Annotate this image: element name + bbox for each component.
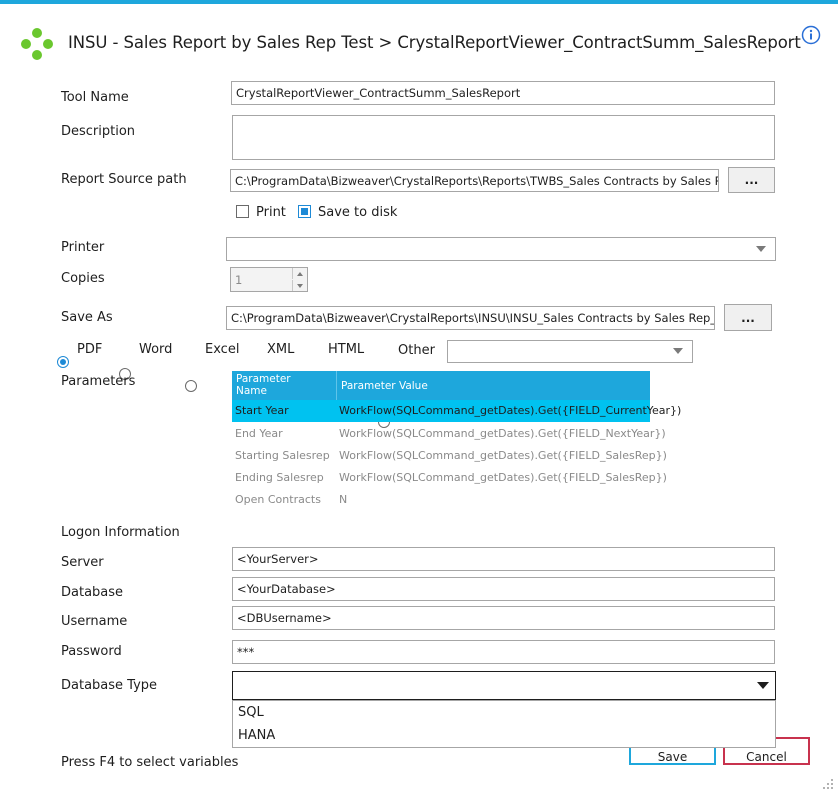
parameter-name-cell: Start Year <box>235 404 289 417</box>
dropdown-option-hana[interactable]: HANA <box>233 728 275 743</box>
format-label-other: Other <box>398 343 435 358</box>
format-radio-excel[interactable] <box>185 380 197 392</box>
printer-label: Printer <box>61 240 105 255</box>
format-label-excel: Excel <box>205 342 240 357</box>
save-as-label: Save As <box>61 310 113 325</box>
table-row[interactable]: Ending Salesrep WorkFlow(SQLCommand_getD… <box>232 466 667 488</box>
parameter-value-cell: WorkFlow(SQLCommand_getDates).Get({FIELD… <box>339 471 667 484</box>
save-to-disk-checkbox[interactable] <box>298 205 311 218</box>
table-row[interactable]: Open Contracts N <box>232 488 650 510</box>
window-top-accent-bar <box>0 0 838 4</box>
printer-select[interactable] <box>226 237 776 261</box>
parameter-value-cell: WorkFlow(SQLCommand_getDates).Get({FIELD… <box>339 449 667 462</box>
parameter-name-cell: Ending Salesrep <box>235 471 324 484</box>
username-input[interactable]: <DBUsername> <box>232 606 775 630</box>
parameter-value-cell: N <box>339 493 348 506</box>
copies-value: 1 <box>235 272 243 287</box>
server-input[interactable]: <YourServer> <box>232 547 775 571</box>
format-label-xml: XML <box>267 342 295 357</box>
table-row[interactable]: Starting Salesrep WorkFlow(SQLCommand_ge… <box>232 444 667 466</box>
dropdown-option-sql[interactable]: SQL <box>233 705 264 720</box>
parameters-grid[interactable]: Parameter Name Parameter Value Start Yea… <box>232 371 681 510</box>
database-input[interactable]: <YourDatabase> <box>232 577 775 601</box>
resize-grip-icon[interactable] <box>822 775 834 789</box>
description-textarea[interactable] <box>232 115 775 160</box>
other-format-select[interactable] <box>447 340 693 363</box>
password-label: Password <box>61 644 122 659</box>
save-to-disk-label: Save to disk <box>318 205 398 220</box>
chevron-down-icon <box>297 283 303 288</box>
database-type-dropdown-list: SQL HANA <box>232 700 776 748</box>
database-type-label: Database Type <box>61 678 158 693</box>
column-divider <box>336 371 337 400</box>
column-header-parameter-value[interactable]: Parameter Value <box>341 380 428 392</box>
username-label: Username <box>61 614 128 629</box>
format-label-html: HTML <box>328 342 365 357</box>
parameters-label: Parameters <box>61 374 136 389</box>
description-label: Description <box>61 124 136 139</box>
parameter-name-cell: Starting Salesrep <box>235 449 330 462</box>
f4-hint-text: Press F4 to select variables <box>61 755 239 770</box>
print-label: Print <box>256 205 286 220</box>
format-label-pdf: PDF <box>77 342 103 357</box>
printer-chevron-down-icon[interactable] <box>756 246 766 252</box>
info-icon[interactable] <box>801 25 821 45</box>
database-label: Database <box>61 585 124 600</box>
report-source-browse-button[interactable]: ... <box>728 167 775 193</box>
chevron-up-icon <box>297 271 303 276</box>
tool-name-label: Tool Name <box>61 90 129 105</box>
parameter-name-cell: End Year <box>235 427 283 440</box>
server-label: Server <box>61 555 104 570</box>
window-title: INSU - Sales Report by Sales Rep Test > … <box>68 33 801 52</box>
format-label-word: Word <box>139 342 173 357</box>
save-as-browse-button[interactable]: ... <box>724 304 772 331</box>
report-source-path-label: Report Source path <box>61 172 187 187</box>
table-row[interactable]: Start Year WorkFlow(SQLCommand_getDates)… <box>232 400 681 422</box>
parameter-name-cell: Open Contracts <box>235 493 321 506</box>
save-as-path-input[interactable]: C:\ProgramData\Bizweaver\CrystalReports\… <box>226 306 715 330</box>
parameters-grid-header: Parameter Name Parameter Value <box>232 371 650 400</box>
parameter-value-cell: WorkFlow(SQLCommand_getDates).Get({FIELD… <box>339 427 666 440</box>
copies-down-button[interactable] <box>292 280 307 291</box>
other-format-chevron-down-icon[interactable] <box>673 348 683 354</box>
table-row[interactable]: End Year WorkFlow(SQLCommand_getDates).G… <box>232 422 666 444</box>
green-dots-logo-icon <box>20 27 54 61</box>
format-radio-pdf[interactable] <box>57 356 69 368</box>
database-type-select[interactable] <box>232 671 776 700</box>
column-header-parameter-name[interactable]: Parameter Name <box>236 373 316 397</box>
copies-label: Copies <box>61 271 105 286</box>
print-checkbox[interactable] <box>236 205 249 218</box>
copies-up-button[interactable] <box>292 268 307 279</box>
parameter-value-cell: WorkFlow(SQLCommand_getDates).Get({FIELD… <box>339 404 682 417</box>
report-source-path-input[interactable]: C:\ProgramData\Bizweaver\CrystalReports\… <box>230 169 719 192</box>
password-input[interactable]: *** <box>232 640 775 664</box>
logon-information-heading: Logon Information <box>61 525 180 540</box>
database-type-chevron-down-icon[interactable] <box>757 682 769 689</box>
tool-name-input[interactable]: CrystalReportViewer_ContractSumm_SalesRe… <box>231 81 775 105</box>
